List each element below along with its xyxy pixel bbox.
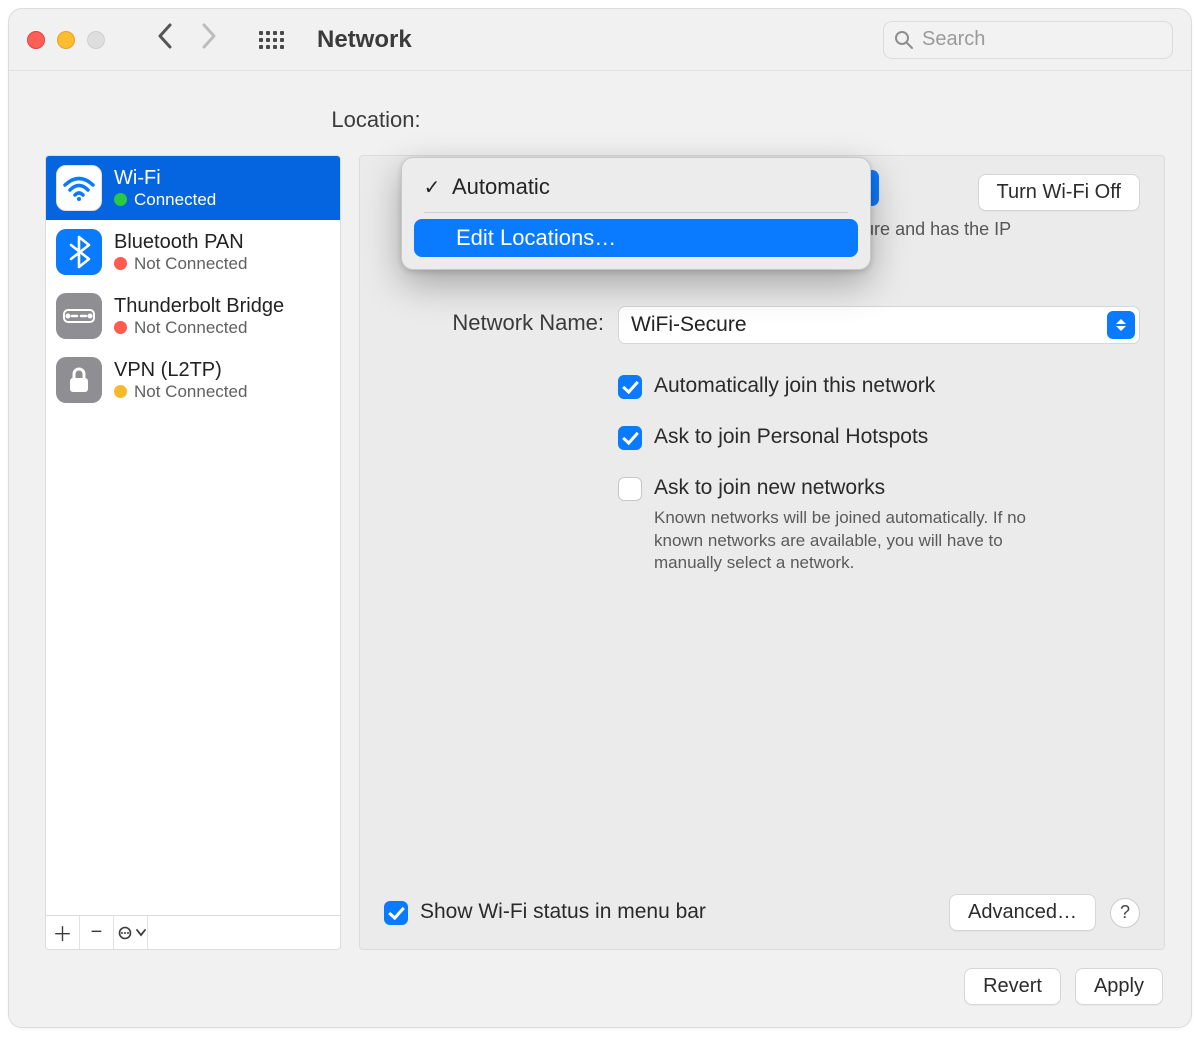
columns: Wi-Fi Connected Bluetooth PAN Not Connec… — [45, 155, 1165, 950]
location-select[interactable] — [429, 102, 879, 138]
ask-hotspot-label: Ask to join Personal Hotspots — [654, 425, 928, 449]
ask-hotspot-checkbox-row[interactable]: Ask to join Personal Hotspots — [618, 425, 1140, 450]
service-item-bluetooth[interactable]: Bluetooth PAN Not Connected — [46, 220, 340, 284]
add-service-button[interactable]: ＋ — [46, 916, 80, 949]
checkbox-checked-icon[interactable] — [618, 426, 642, 450]
checkbox-checked-icon[interactable] — [384, 901, 408, 925]
status-dot-icon — [114, 193, 127, 206]
zoom-window-button[interactable] — [87, 31, 105, 49]
service-name: Wi-Fi — [114, 166, 216, 190]
status-dot-icon — [114, 321, 127, 334]
detail-footer: Show Wi-Fi status in menu bar Advanced… … — [384, 894, 1140, 931]
wifi-icon — [56, 165, 102, 211]
help-button[interactable]: ? — [1110, 898, 1140, 928]
window-title: Network — [317, 26, 412, 54]
close-window-button[interactable] — [27, 31, 45, 49]
network-preferences-window: Network Location: ✓ Automatic Edit Locat… — [8, 8, 1192, 1028]
service-name: Thunderbolt Bridge — [114, 294, 284, 318]
advanced-button[interactable]: Advanced… — [949, 894, 1096, 931]
location-option-label: Automatic — [452, 174, 550, 200]
footer-buttons: Revert Apply — [45, 950, 1165, 1005]
revert-button[interactable]: Revert — [964, 968, 1061, 1005]
turn-wifi-off-button[interactable]: Turn Wi-Fi Off — [978, 174, 1140, 211]
checkbox-unchecked-icon[interactable] — [618, 477, 642, 501]
bluetooth-icon — [56, 229, 102, 275]
location-popup-menu: ✓ Automatic Edit Locations… — [401, 157, 871, 270]
service-sidebar: Wi-Fi Connected Bluetooth PAN Not Connec… — [45, 155, 341, 950]
service-list: Wi-Fi Connected Bluetooth PAN Not Connec… — [46, 156, 340, 915]
service-status: Not Connected — [114, 254, 247, 274]
back-button[interactable] — [157, 23, 173, 57]
auto-join-checkbox-row[interactable]: Automatically join this network — [618, 374, 1140, 399]
service-status: Not Connected — [114, 318, 284, 338]
service-status: Not Connected — [114, 382, 247, 402]
up-down-icon — [1107, 311, 1135, 339]
minimize-window-button[interactable] — [57, 31, 75, 49]
service-actions-button[interactable] — [114, 916, 148, 949]
checkmark-icon: ✓ — [422, 175, 442, 200]
service-item-wifi[interactable]: Wi-Fi Connected — [46, 156, 340, 220]
show-all-icon[interactable] — [259, 28, 283, 52]
search-icon — [894, 30, 914, 50]
window-controls — [27, 31, 105, 49]
apply-button[interactable]: Apply — [1075, 968, 1163, 1005]
service-item-vpn[interactable]: VPN (L2TP) Not Connected — [46, 348, 340, 412]
show-menu-label: Show Wi-Fi status in menu bar — [420, 900, 706, 924]
search-field[interactable] — [883, 21, 1173, 59]
location-edit-option[interactable]: Edit Locations… — [414, 219, 858, 257]
location-label: Location: — [331, 107, 420, 133]
show-menu-checkbox-row[interactable]: Show Wi-Fi status in menu bar — [384, 900, 706, 925]
remove-service-button[interactable]: − — [80, 916, 114, 949]
network-name-row: Network Name: WiFi-Secure Automatically … — [384, 306, 1140, 576]
network-name-select[interactable]: WiFi-Secure — [618, 306, 1140, 344]
search-input[interactable] — [922, 28, 1162, 51]
location-edit-label: Edit Locations… — [456, 225, 616, 251]
auto-join-label: Automatically join this network — [654, 374, 935, 398]
sidebar-toolbar-spacer — [148, 916, 340, 949]
detail-panel: Status: Connected Turn Wi-Fi Off Wi-Fi i… — [359, 155, 1165, 950]
checkbox-checked-icon[interactable] — [618, 375, 642, 399]
nav-arrows — [157, 23, 217, 57]
location-row: Location: — [45, 85, 1165, 155]
network-name-label: Network Name: — [384, 306, 604, 336]
chevron-down-icon — [136, 929, 146, 937]
content-area: Location: ✓ Automatic Edit Locations… — [9, 71, 1191, 1027]
lock-icon — [56, 357, 102, 403]
sidebar-toolbar: ＋ − — [46, 915, 340, 949]
location-option-automatic[interactable]: ✓ Automatic — [410, 168, 862, 206]
network-name-value: WiFi-Secure — [631, 313, 747, 337]
status-dot-icon — [114, 385, 127, 398]
ask-new-checkbox-row[interactable]: Ask to join new networks — [618, 476, 1140, 501]
forward-button[interactable] — [201, 23, 217, 57]
titlebar: Network — [9, 9, 1191, 71]
ask-new-label: Ask to join new networks — [654, 476, 885, 500]
thunderbolt-icon — [56, 293, 102, 339]
service-name: VPN (L2TP) — [114, 358, 247, 382]
status-dot-icon — [114, 257, 127, 270]
service-item-thunderbolt[interactable]: Thunderbolt Bridge Not Connected — [46, 284, 340, 348]
service-name: Bluetooth PAN — [114, 230, 247, 254]
menu-separator — [424, 212, 848, 213]
service-status: Connected — [114, 190, 216, 210]
ask-new-description: Known networks will be joined automatica… — [654, 507, 1074, 576]
